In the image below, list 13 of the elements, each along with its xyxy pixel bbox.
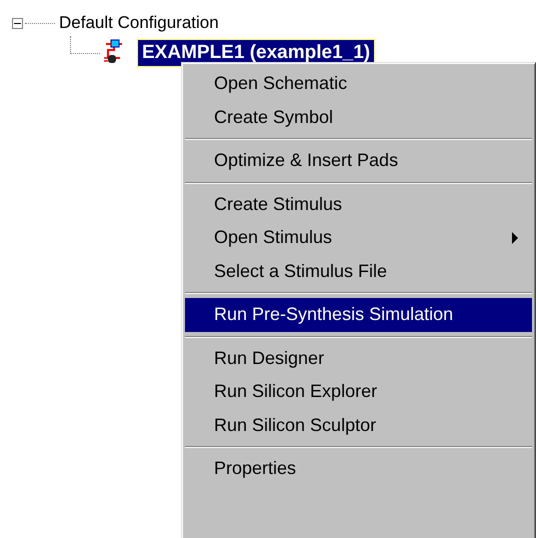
- menu-item[interactable]: Select a Stimulus File: [185, 254, 532, 288]
- menu-item[interactable]: Run Designer: [185, 342, 532, 375]
- menu-item[interactable]: Run Pre-Synthesis Simulation: [185, 298, 532, 332]
- menu-item[interactable]: Run Silicon Sculptor: [185, 408, 532, 442]
- menu-item[interactable]: Properties: [185, 452, 532, 486]
- menu-item[interactable]: Open Schematic: [185, 67, 532, 100]
- menu-item[interactable]: Run Silicon Explorer: [185, 375, 532, 408]
- menu-item[interactable]: Create Symbol: [185, 100, 532, 134]
- collapse-icon[interactable]: [12, 18, 23, 28]
- menu-item[interactable]: Create Stimulus: [185, 188, 532, 221]
- menu-item[interactable]: Optimize & Insert Pads: [185, 144, 532, 178]
- tree-item[interactable]: Default Configuration: [59, 13, 219, 33]
- menu-item[interactable]: Open Stimulus: [185, 221, 532, 254]
